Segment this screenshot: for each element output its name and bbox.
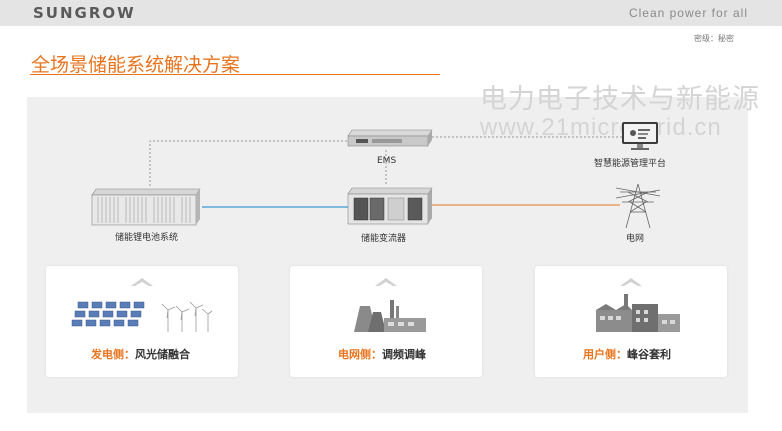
watermark-text: 电力电子技术与新能源: [480, 84, 760, 115]
platform-label: 智慧能源管理平台: [594, 159, 667, 169]
ems-label: EMS: [377, 156, 397, 166]
battery-label: 储能锂电池系统: [115, 233, 179, 243]
monitor-icon: [622, 122, 658, 150]
watermark-url: www.21micro-grid.cn: [480, 114, 722, 141]
card-grid-text: 调频调峰: [382, 348, 426, 361]
factory-icon: [596, 294, 680, 332]
card-user-text: 峰谷套利: [627, 348, 671, 361]
chevron-up-icon: [131, 278, 153, 286]
card-generation-text: 风光储融合: [135, 348, 190, 361]
pcs-label: 储能变流器: [361, 234, 407, 244]
card-generation-caption: 发电侧：风光储融合: [91, 346, 190, 362]
card-generation-highlight: 发电侧：: [91, 348, 135, 361]
grid-label: 电网: [626, 234, 645, 244]
pcs-container-icon: [347, 187, 433, 225]
chevron-up-icon: [620, 278, 642, 286]
card-grid-caption: 电网侧：调频调峰: [338, 346, 426, 362]
chevron-up-icon: [375, 278, 397, 286]
card-user-caption: 用户侧：峰谷套利: [583, 346, 671, 362]
ems-device-icon: [347, 129, 433, 147]
solar-wind-icon: [71, 301, 213, 332]
transmission-tower-icon: [615, 183, 661, 229]
battery-container-icon: [91, 188, 201, 226]
power-plant-icon: [354, 300, 426, 332]
card-grid-highlight: 电网侧：: [338, 348, 382, 361]
card-user-highlight: 用户侧：: [583, 348, 627, 361]
